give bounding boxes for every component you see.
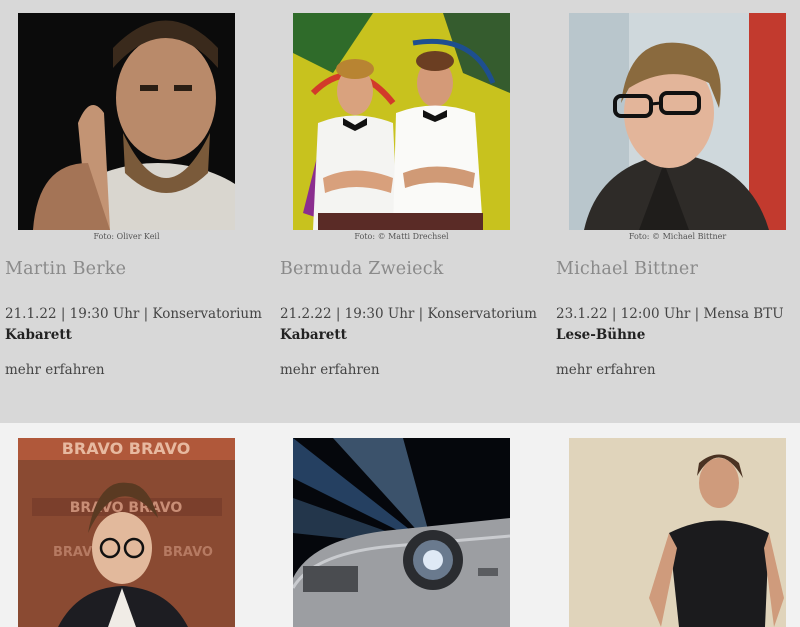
event-photo-bravo[interactable]: BRAVO BRAVO BRAVO BRAVO BRAVO BRAVO [18,438,235,627]
poster-text: BRAVO [163,545,213,560]
event-date: 23.1.22 | 12:00 Uhr | Mensa BTU [556,306,784,322]
artist-name[interactable]: Bermuda Zweieck [280,259,444,279]
photo-credit: Foto: © Michael Bittner [628,232,727,241]
event-category: Lese-Bühne [556,327,646,343]
photo-credit: Foto: © Matti Drechsel [354,232,449,241]
more-link[interactable]: mehr erfahren [280,362,380,378]
event-photo[interactable] [569,13,786,230]
event-date: 21.2.22 | 19:30 Uhr | Konservatorium [280,306,537,322]
event-category: Kabarett [5,327,72,343]
event-photo[interactable] [18,13,235,230]
photo-credit: Foto: Oliver Keil [93,232,160,241]
event-photo-projector[interactable] [293,438,510,627]
event-photo-guitarist[interactable] [569,438,786,627]
event-category: Kabarett [280,327,347,343]
event-photo[interactable] [293,13,510,230]
artist-name[interactable]: Michael Bittner [556,259,698,279]
more-link[interactable]: mehr erfahren [556,362,656,378]
more-link[interactable]: mehr erfahren [5,362,105,378]
artist-name[interactable]: Martin Berke [5,259,126,279]
event-date: 21.1.22 | 19:30 Uhr | Konservatorium [5,306,262,322]
poster-text: BRAVO BRAVO [62,439,191,458]
